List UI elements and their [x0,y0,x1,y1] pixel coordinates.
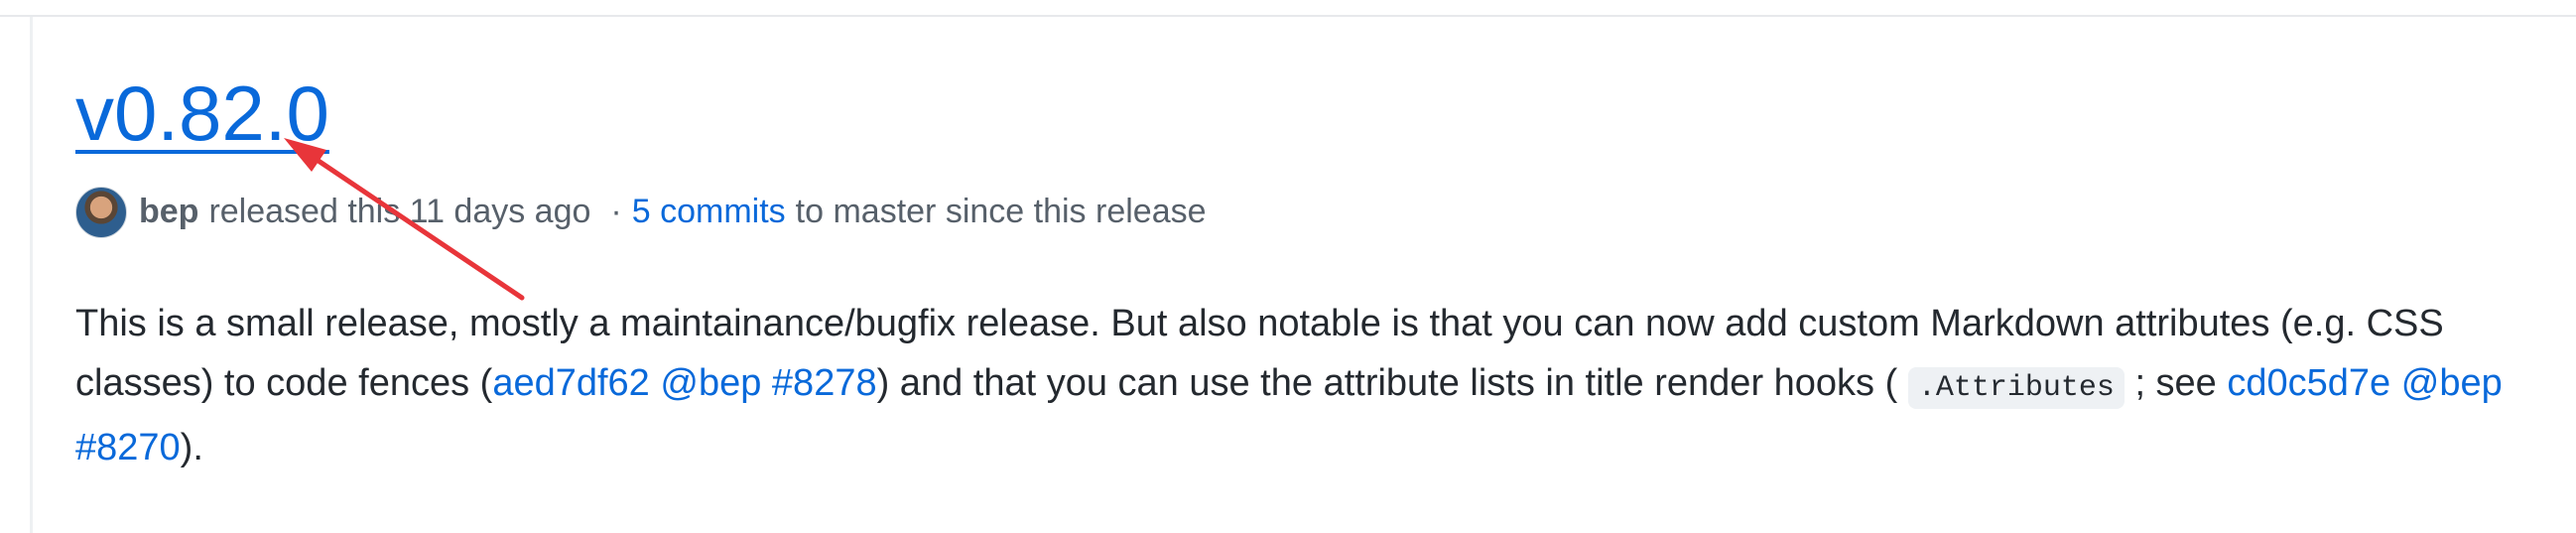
issue-link-1[interactable]: #8278 [772,362,877,404]
notes-text-2: ) and that you can use the attribute lis… [876,361,1898,404]
release-title-link[interactable]: v0.82.0 [75,69,329,159]
release-page: v0.82.0 bep released this 11 days ago · … [0,0,2576,533]
commit-link-1[interactable]: aed7df62 [492,362,650,404]
released-time: released this 11 days ago [208,193,591,231]
issue-link-2[interactable]: #8270 [75,427,181,468]
release-meta: bep released this 11 days ago · 5 commit… [75,186,2516,238]
commits-suffix: to master since this release [795,193,1207,231]
release-notes-paragraph: This is a small release, mostly a mainta… [75,294,2536,477]
top-divider [0,15,2576,17]
author-link[interactable]: bep [139,193,198,231]
commit-link-2[interactable]: cd0c5d7e [2227,362,2390,404]
author-avatar[interactable] [75,186,127,238]
notes-text-4: ). [180,426,203,468]
release-entry: v0.82.0 bep released this 11 days ago · … [75,69,2516,515]
timeline-rail [30,17,33,533]
commits-link[interactable]: 5 commits [632,193,786,231]
mention-link-2[interactable]: @bep [2401,362,2503,404]
inline-code-attributes: .Attributes [1907,366,2125,409]
meta-separator: · [610,193,622,231]
mention-link-1[interactable]: @bep [660,362,761,404]
notes-text-3: ; see [2134,361,2217,404]
